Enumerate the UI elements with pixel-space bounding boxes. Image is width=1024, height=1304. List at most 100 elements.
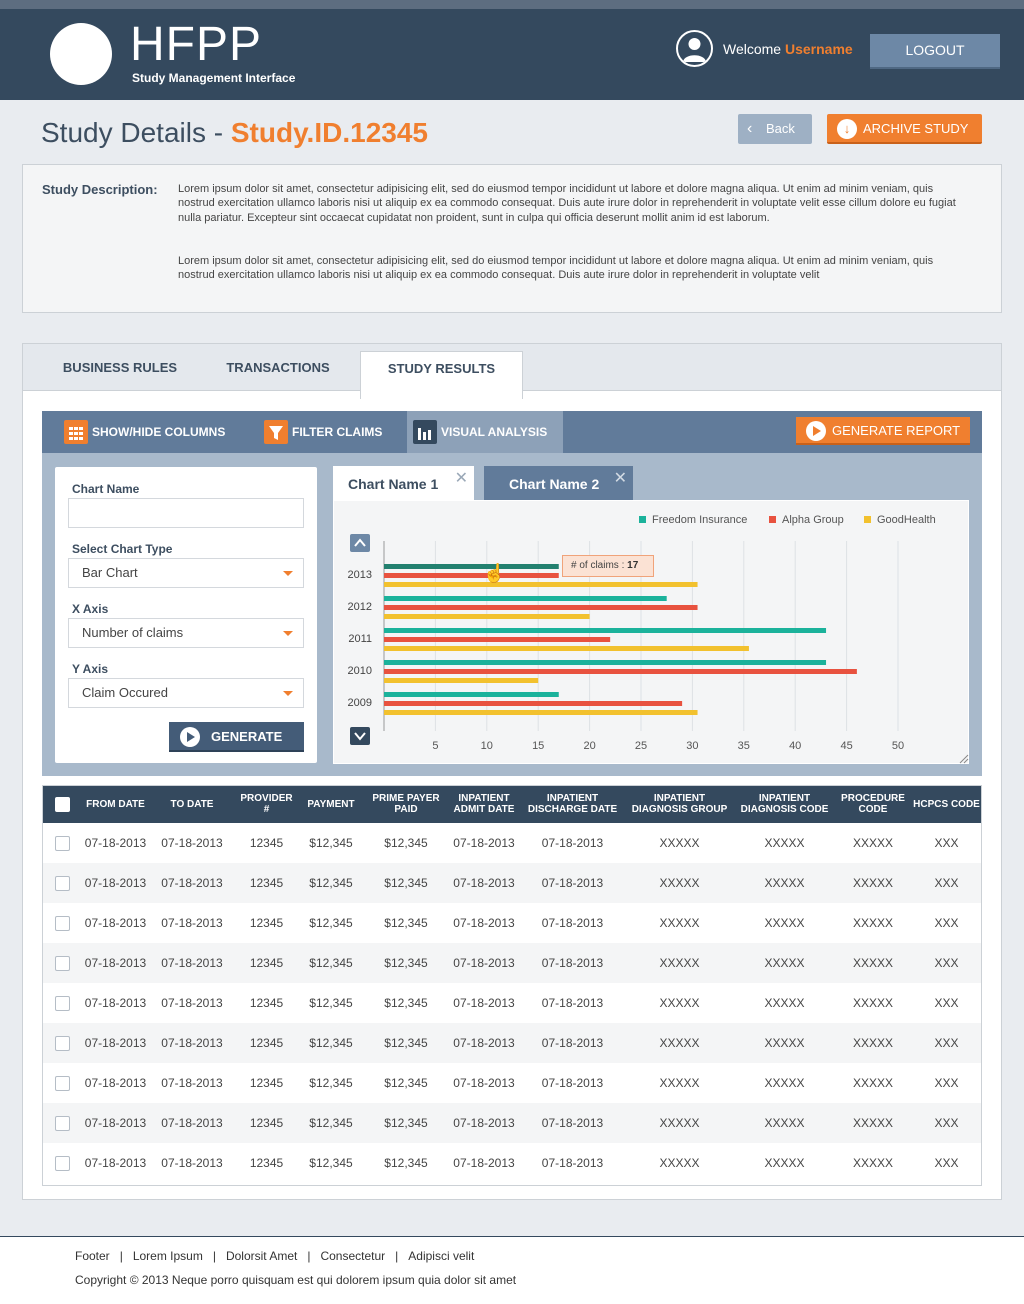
row-checkbox[interactable] xyxy=(54,955,70,971)
table-row[interactable]: 07-18-2013 07-18-2013 12345 $12,345 $12,345 0… xyxy=(42,903,982,943)
user-avatar-icon[interactable] xyxy=(676,30,713,67)
row-checkbox[interactable] xyxy=(54,1075,70,1091)
table-row[interactable]: 07-18-2013 07-18-2013 12345 $12,345 $12,345 0… xyxy=(42,823,982,863)
column-header[interactable]: INPATIENT DIAGNOSIS GROUP xyxy=(625,785,734,823)
filter-claims-button[interactable]: FILTER CLAIMS xyxy=(258,411,382,453)
bar xyxy=(384,564,559,569)
chart-panel: 5 10 15 20 25 30 35 40 45 50 2013 2012 2011 2010 2009 F… xyxy=(333,500,969,764)
table-cell: 07-18-2013 xyxy=(161,836,223,850)
app-header: HFPP Study Management Interface Welcome … xyxy=(0,9,1024,100)
table-cell: 07-18-2013 xyxy=(84,956,147,970)
column-header[interactable]: INPATIENT ADMIT DATE xyxy=(448,785,520,823)
table-cell: 07-18-2013 xyxy=(84,1116,147,1130)
row-checkbox[interactable] xyxy=(54,1115,70,1131)
select-all-checkbox[interactable] xyxy=(54,796,70,812)
bar xyxy=(384,701,683,706)
column-header[interactable]: INPATIENT DIAGNOSIS CODE xyxy=(734,785,835,823)
page-title-prefix: Study Details - xyxy=(41,117,231,148)
generate-report-button[interactable]: GENERATE REPORT xyxy=(796,417,970,445)
table-cell: XXXXX xyxy=(852,956,894,970)
table-cell: XXXXX xyxy=(764,1036,805,1050)
table-cell: XXXXX xyxy=(659,916,700,930)
column-header[interactable]: PAYMENT xyxy=(298,785,364,823)
table-row[interactable]: 07-18-2013 07-18-2013 12345 $12,345 $12,345 0… xyxy=(42,1023,982,1063)
x-tick-label: 15 xyxy=(532,740,544,752)
table-cell: 07-18-2013 xyxy=(453,836,515,850)
table-cell: 07-18-2013 xyxy=(541,836,604,850)
study-description-label: Study Description: xyxy=(42,182,158,197)
x-tick-label: 40 xyxy=(789,740,801,752)
tab-transactions[interactable]: TRANSACTIONS xyxy=(208,344,348,391)
generate-button[interactable]: GENERATE xyxy=(169,722,304,752)
tooltip-label: # of claims : xyxy=(571,560,625,571)
table-cell: 07-18-2013 xyxy=(541,996,604,1010)
column-header[interactable]: FROM DATE xyxy=(82,785,149,823)
table-row[interactable]: 07-18-2013 07-18-2013 12345 $12,345 $12,345 0… xyxy=(42,983,982,1023)
close-icon[interactable]: ✕ xyxy=(455,468,468,488)
table-cell: XXX xyxy=(934,996,959,1010)
footer-link[interactable]: Dolorsit Amet xyxy=(226,1249,297,1263)
footer-link[interactable]: Lorem Ipsum xyxy=(133,1249,203,1263)
table-cell: XXXXX xyxy=(852,916,894,930)
chart-type-value: Bar Chart xyxy=(82,565,138,580)
row-checkbox[interactable] xyxy=(54,1155,70,1171)
table-cell: $12,345 xyxy=(384,916,428,930)
bar xyxy=(384,646,749,651)
row-checkbox[interactable] xyxy=(54,835,70,851)
table-cell: XXXXX xyxy=(659,1156,700,1170)
row-checkbox[interactable] xyxy=(54,1035,70,1051)
chart-name-input[interactable] xyxy=(68,498,304,528)
bar xyxy=(384,678,539,683)
table-row[interactable]: 07-18-2013 07-18-2013 12345 $12,345 $12,345 0… xyxy=(42,1063,982,1103)
generate-label: GENERATE xyxy=(211,729,283,744)
tab-business-rules[interactable]: BUSINESS RULES xyxy=(45,344,195,391)
y-axis-select[interactable]: Claim Occured xyxy=(68,678,304,708)
play-icon xyxy=(806,421,826,441)
x-axis-value: Number of claims xyxy=(82,625,184,640)
table-cell: XXXXX xyxy=(659,1036,700,1050)
chart-tab-1[interactable]: Chart Name 1 ✕ xyxy=(333,466,474,501)
table-cell: $12,345 xyxy=(384,956,428,970)
username-link[interactable]: Username xyxy=(785,41,853,57)
table-row[interactable]: 07-18-2013 07-18-2013 12345 $12,345 $12,345 0… xyxy=(42,943,982,983)
table-row[interactable]: 07-18-2013 07-18-2013 12345 $12,345 $12,345 0… xyxy=(42,1103,982,1143)
row-checkbox[interactable] xyxy=(54,915,70,931)
table-cell: 07-18-2013 xyxy=(453,956,515,970)
chart-tab-2[interactable]: Chart Name 2 ✕ xyxy=(484,466,633,500)
row-select-cell xyxy=(42,943,82,983)
table-cell: 07-18-2013 xyxy=(161,1116,223,1130)
chevron-left-icon: ‹ xyxy=(747,120,753,137)
close-icon[interactable]: ✕ xyxy=(614,468,627,488)
table-cell: XXXXX xyxy=(852,1116,894,1130)
row-checkbox[interactable] xyxy=(54,875,70,891)
column-header[interactable]: TO DATE xyxy=(149,785,235,823)
back-button[interactable]: ‹ Back xyxy=(738,114,812,144)
x-tick-label: 45 xyxy=(840,740,852,752)
table-row[interactable]: 07-18-2013 07-18-2013 12345 $12,345 $12,345 0… xyxy=(42,1143,982,1183)
table-cell: XXX xyxy=(934,1076,959,1090)
x-axis-select[interactable]: Number of claims xyxy=(68,618,304,648)
table-cell: 07-18-2013 xyxy=(541,916,604,930)
logout-button[interactable]: LOGOUT xyxy=(870,34,1000,69)
column-header[interactable]: PROCEDURE CODE xyxy=(835,785,911,823)
footer-link[interactable]: Consectetur xyxy=(320,1249,385,1263)
logo-title: HFPP xyxy=(130,18,263,71)
row-checkbox[interactable] xyxy=(54,995,70,1011)
bar xyxy=(384,582,698,587)
footer-link[interactable]: Adipisci velit xyxy=(408,1249,474,1263)
table-row[interactable]: 07-18-2013 07-18-2013 12345 $12,345 $12,345 0… xyxy=(42,863,982,903)
table-cell: XXXXX xyxy=(764,1116,805,1130)
bar-chart-icon xyxy=(413,420,437,444)
column-header[interactable]: PROVIDER # xyxy=(235,785,298,823)
footer-link[interactable]: Footer xyxy=(75,1249,110,1263)
column-header[interactable]: PRIME PAYER PAID xyxy=(364,785,448,823)
show-hide-columns-button[interactable]: SHOW/HIDE COLUMNS xyxy=(58,411,225,453)
table-cell: $12,345 xyxy=(384,836,428,850)
column-header[interactable]: INPATIENT DISCHARGE DATE xyxy=(520,785,625,823)
x-tick-label: 10 xyxy=(481,740,493,752)
visual-analysis-button[interactable]: VISUAL ANALYSIS xyxy=(407,411,563,453)
tab-study-results[interactable]: STUDY RESULTS xyxy=(360,351,523,399)
column-header[interactable]: HCPCS CODE xyxy=(911,785,982,823)
archive-study-button[interactable]: ↓ ARCHIVE STUDY xyxy=(827,114,982,144)
chart-type-select[interactable]: Bar Chart xyxy=(68,558,304,588)
